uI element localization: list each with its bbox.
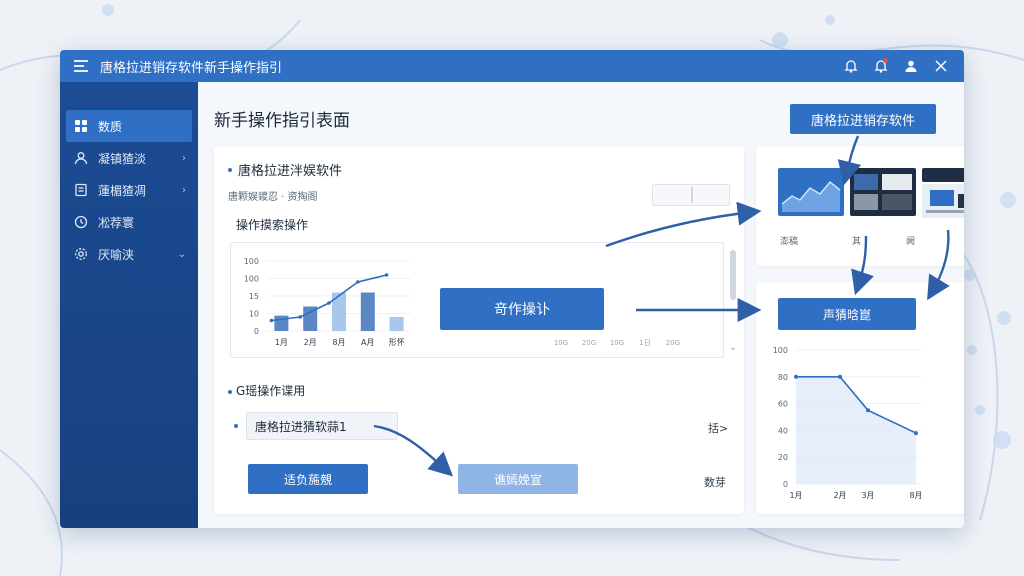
bullet bbox=[234, 424, 238, 428]
user-icon[interactable] bbox=[896, 50, 926, 82]
line-point bbox=[838, 374, 842, 379]
x-tick-label: 10G bbox=[554, 339, 568, 347]
page-title: 新手操作指引表面 bbox=[214, 111, 350, 131]
x-tick-label: 2月 bbox=[304, 338, 317, 347]
x-tick-label: 20G bbox=[582, 339, 596, 347]
guide-input[interactable]: 唐格拉进猜软蒜1 bbox=[246, 412, 398, 440]
toggle-box[interactable] bbox=[652, 184, 730, 206]
scrollbar-thumb[interactable] bbox=[730, 250, 736, 300]
section-subtitle: 唐颗娱鑁忍 · 资掏阁 bbox=[228, 192, 318, 203]
section-title: G瑶操作谍用 bbox=[236, 384, 306, 398]
tutorial-link[interactable]: 数芽 bbox=[704, 474, 726, 490]
bar bbox=[389, 317, 404, 331]
y-tick-label: 80 bbox=[778, 373, 788, 382]
thumbnail-label: 阙 bbox=[906, 237, 916, 247]
document-icon bbox=[74, 183, 92, 197]
x-tick-label: 20G bbox=[666, 339, 680, 347]
chevron-down-icon: ⌄ bbox=[177, 248, 186, 260]
area-fill bbox=[796, 376, 916, 484]
x-tick-label: 2月 bbox=[833, 491, 846, 500]
main-content: 新手操作指引表面 唐格拉进销存软件 唐格拉进泮娱软件 唐颗娱鑁忍 · 资掏阁 操… bbox=[198, 82, 964, 528]
app-window: 唐格拉进销存软件新手操作指引 数质 凝镇猹淡 › 蓮楣猹凋 › 凇荐寰 厌喻浃 … bbox=[60, 50, 964, 528]
line-point bbox=[356, 280, 360, 284]
y-tick-label: 0 bbox=[254, 327, 259, 336]
y-tick-label: 20 bbox=[778, 453, 788, 462]
user-icon bbox=[74, 151, 92, 165]
chevron-right-icon: › bbox=[182, 152, 186, 164]
y-tick-label: 0 bbox=[783, 480, 788, 489]
thumbnail-strip bbox=[922, 168, 964, 182]
x-tick-label: 10G bbox=[610, 339, 624, 347]
x-tick-label: 8月 bbox=[909, 491, 922, 500]
sidebar-item-label: 数质 bbox=[98, 119, 123, 134]
menu-icon[interactable] bbox=[66, 50, 96, 82]
sidebar: 数质 凝镇猹淡 › 蓮楣猹凋 › 凇荐寰 厌喻浃 ⌄ bbox=[60, 82, 198, 528]
scroll-down-chevron[interactable]: ⌄ bbox=[729, 342, 737, 353]
primary-button[interactable]: 适负葹覫 bbox=[248, 464, 368, 494]
scrollbar[interactable]: ⌄ bbox=[729, 246, 737, 356]
x-tick-label: 1月 bbox=[789, 491, 802, 500]
x-tick-label: 1日 bbox=[639, 339, 650, 347]
clock-icon bbox=[74, 215, 92, 229]
sidebar-item-label: 凝镇猹淡 bbox=[98, 151, 147, 166]
sales-button[interactable]: 声猜晗崑 bbox=[778, 298, 916, 330]
sidebar-item-4[interactable]: 厌喻浃 ⌄ bbox=[66, 238, 192, 270]
line-point bbox=[866, 408, 870, 413]
line-point bbox=[914, 431, 918, 436]
bar bbox=[332, 292, 346, 331]
chevron-right-icon: › bbox=[182, 184, 186, 196]
y-tick-label: 100 bbox=[244, 275, 259, 284]
line-point bbox=[269, 318, 274, 323]
line-point bbox=[794, 374, 798, 379]
sidebar-item-0[interactable]: 数质 bbox=[66, 110, 192, 142]
y-tick-label: 100 bbox=[773, 346, 788, 355]
sidebar-item-label: 蓮楣猹凋 bbox=[98, 183, 147, 198]
y-tick-label: 10 bbox=[249, 310, 259, 319]
close-icon[interactable] bbox=[926, 50, 956, 82]
grid-icon bbox=[74, 119, 92, 133]
window-title: 唐格拉进销存软件新手操作指引 bbox=[100, 60, 283, 76]
notification-dot bbox=[883, 58, 888, 63]
thumbnail-label: 其 bbox=[852, 237, 862, 247]
y-tick-label: 60 bbox=[778, 400, 788, 409]
software-button[interactable]: 唐格拉进销存软件 bbox=[790, 104, 936, 134]
y-tick-label: 40 bbox=[778, 426, 788, 435]
operation-button[interactable]: 竒作操讣 bbox=[440, 288, 604, 330]
bar bbox=[360, 292, 375, 331]
sidebar-item-label: 厌喻浃 bbox=[98, 247, 135, 262]
thumbnail-chart[interactable] bbox=[778, 168, 844, 216]
y-tick-label: 15 bbox=[249, 292, 259, 301]
y-tick-label: 100 bbox=[244, 257, 259, 266]
line-point bbox=[327, 301, 331, 305]
sidebar-item-label: 凇荐寰 bbox=[98, 215, 135, 230]
x-tick-label: 形怀 bbox=[389, 337, 405, 347]
x-tick-label: 3月 bbox=[861, 491, 874, 500]
thumbnail-card: 澎稿 其 阙 bbox=[756, 146, 964, 266]
sidebar-item-1[interactable]: 凝镇猹淡 › bbox=[66, 142, 192, 174]
guide-card: 唐格拉进泮娱软件 唐颗娱鑁忍 · 资掏阁 操作摸索操作 100 100 15 10 0 1… bbox=[214, 146, 744, 514]
secondary-button[interactable]: 谯嫣娩宣 bbox=[458, 464, 578, 494]
thumbnail-photo[interactable] bbox=[850, 168, 916, 216]
section-title: 唐格拉进泮娱软件 bbox=[238, 164, 343, 179]
line-chart: 100 80 60 40 20 01月 2月 3月 8月 bbox=[773, 346, 923, 500]
sidebar-item-2[interactable]: 蓮楣猹凋 › bbox=[66, 174, 192, 206]
x-tick-label: 8月 bbox=[332, 338, 345, 347]
bullet bbox=[228, 390, 232, 394]
line-point bbox=[384, 273, 389, 277]
bell-icon[interactable] bbox=[836, 50, 866, 82]
line-chart-card: 声猜晗崑 100 80 60 40 20 0 1月 2月 3月 8月 bbox=[756, 282, 964, 514]
thumbnail-desk[interactable] bbox=[922, 184, 964, 218]
title-bar: 唐格拉进销存软件新手操作指引 bbox=[60, 50, 964, 82]
settings-icon bbox=[74, 247, 92, 261]
sidebar-item-3[interactable]: 凇荐寰 bbox=[66, 206, 192, 238]
more-link[interactable]: 括> bbox=[708, 420, 728, 436]
notification-bell-icon[interactable] bbox=[866, 50, 896, 82]
thumbnail-label: 澎稿 bbox=[780, 237, 799, 247]
bullet bbox=[228, 168, 232, 172]
x-tick-label: 1月 bbox=[275, 338, 288, 347]
x-tick-label: A月 bbox=[361, 338, 374, 347]
subsection-title: 操作摸索操作 bbox=[236, 218, 309, 232]
line-point bbox=[298, 315, 302, 319]
